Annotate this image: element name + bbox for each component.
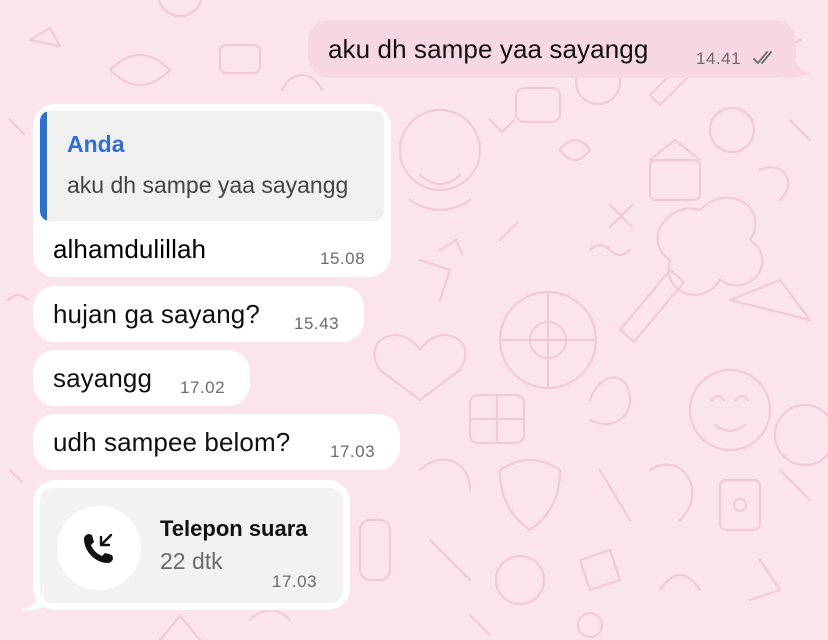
message-time: 17.03 [330,442,376,461]
message-text: sayangg [53,363,152,393]
quoted-message[interactable]: Anda aku dh sampe yaa sayangg [40,111,384,221]
quote-accent-bar [40,111,47,221]
double-check-icon [753,50,777,71]
voice-call-card[interactable]: Telepon suara 22 dtk 17.03 [40,488,343,603]
message-text: udh sampee belom? [53,427,291,457]
bubble-tail [22,586,44,611]
message-time: 14.41 [696,49,742,68]
bubble-tail [784,50,810,78]
message-text: aku dh sampe yaa sayangg [328,34,649,64]
message-time: 17.03 [272,572,318,591]
incoming-message[interactable]: hujan ga sayang? 15.43 [33,286,364,342]
message-text: alhamdulillah [53,234,207,264]
quote-text: aku dh sampe yaa sayangg [67,172,349,198]
message-time: 17.02 [180,378,226,397]
incoming-message[interactable]: sayangg 17.02 [33,350,250,406]
call-title: Telepon suara [160,516,308,541]
incoming-call-icon [57,506,141,590]
message-time: 15.08 [320,249,366,268]
message-text: hujan ga sayang? [53,299,260,329]
call-duration: 22 dtk [160,548,223,574]
quote-author: Anda [67,131,125,157]
outgoing-message[interactable]: aku dh sampe yaa sayangg 14.41 [308,20,796,78]
message-time: 15.43 [294,314,340,333]
incoming-message[interactable]: udh sampee belom? 17.03 [33,414,400,470]
